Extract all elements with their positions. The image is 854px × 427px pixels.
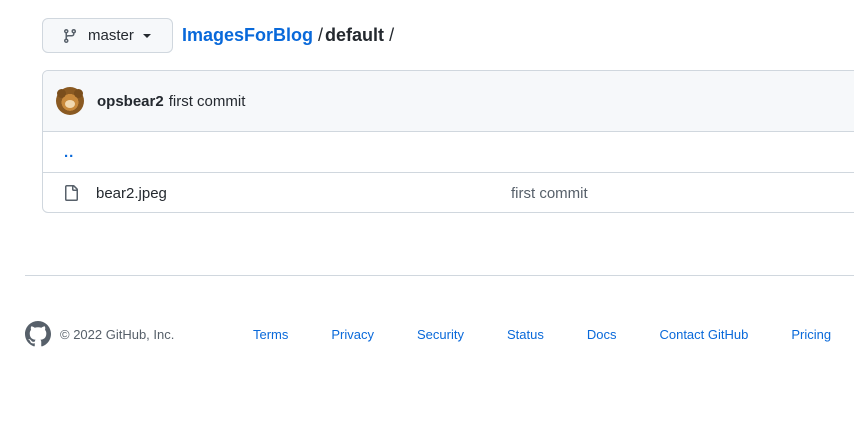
breadcrumb-separator: /: [318, 25, 324, 45]
breadcrumb-separator: /: [389, 25, 395, 45]
git-branch-icon: [62, 28, 78, 44]
footer-link-docs[interactable]: Docs: [587, 327, 617, 342]
file-row: bear2.jpeg first commit: [43, 173, 854, 212]
footer: © 2022 GitHub, Inc. Terms Privacy Securi…: [25, 320, 854, 348]
parent-dir-row: ..: [43, 132, 854, 173]
breadcrumb-current-dir: default: [325, 25, 385, 45]
footer-link-terms[interactable]: Terms: [253, 327, 288, 342]
commit-message-link[interactable]: first commit: [169, 93, 246, 110]
footer-link-contact[interactable]: Contact GitHub: [659, 327, 748, 342]
avatar[interactable]: [56, 87, 84, 115]
breadcrumb: ImagesForBlog / default /: [182, 23, 396, 47]
github-logo-icon[interactable]: [25, 321, 51, 347]
file-browser: opsbear2 first commit .. bear2.jpeg firs…: [42, 70, 854, 213]
latest-commit-bar: opsbear2 first commit: [43, 71, 854, 132]
caret-down-icon: [142, 33, 151, 38]
repo-link[interactable]: ImagesForBlog: [182, 25, 313, 45]
footer-link-privacy[interactable]: Privacy: [331, 327, 374, 342]
branch-name: master: [88, 27, 134, 44]
footer-divider: [25, 275, 854, 276]
footer-link-pricing[interactable]: Pricing: [791, 327, 831, 342]
file-name-link[interactable]: bear2.jpeg: [96, 185, 167, 202]
footer-links: Terms Privacy Security Status Docs Conta…: [253, 320, 854, 348]
file-commit-link[interactable]: first commit: [511, 185, 588, 202]
file-icon: [63, 185, 79, 201]
commit-author-link[interactable]: opsbear2: [97, 93, 164, 110]
page: master ImagesForBlog / default / opsbear2 f…: [0, 0, 854, 427]
parent-dir-link[interactable]: ..: [64, 144, 74, 161]
copyright-text: © 2022 GitHub, Inc.: [60, 326, 175, 342]
branch-select-button[interactable]: master: [42, 18, 173, 53]
footer-link-status[interactable]: Status: [507, 327, 544, 342]
footer-link-security[interactable]: Security: [417, 327, 464, 342]
